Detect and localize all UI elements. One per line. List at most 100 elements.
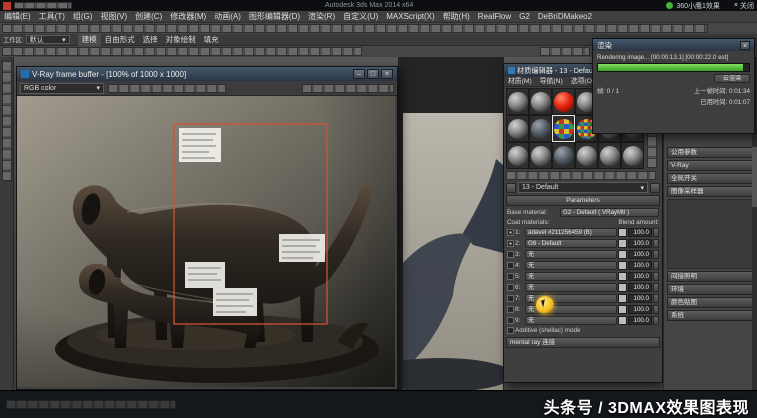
material-sample-sphere[interactable] <box>529 142 552 169</box>
spinner-icon[interactable] <box>653 238 659 248</box>
coat-checkbox[interactable] <box>507 294 514 302</box>
ribbon-tab[interactable]: 对象绘制 <box>162 34 200 46</box>
pick-material-icon[interactable] <box>506 182 516 193</box>
ribbon-tab[interactable]: 填充 <box>200 34 223 46</box>
vfb-toolbar-icons-right[interactable] <box>302 83 394 93</box>
menu-item[interactable]: 帮助(H) <box>439 11 474 23</box>
material-sample-sphere[interactable] <box>506 115 529 142</box>
material-editor-toolbar-icons[interactable] <box>506 171 656 180</box>
rollout-bar[interactable]: 系统 <box>667 310 754 321</box>
menu-item[interactable]: 材质(M) <box>504 77 536 86</box>
cloud-render-button[interactable]: 云渲染 <box>714 74 750 83</box>
viewport-visible-area[interactable] <box>369 57 513 392</box>
coat-material-button[interactable]: 无 <box>525 271 617 281</box>
coat-checkbox[interactable] <box>507 228 514 236</box>
workspace-selector[interactable]: 默认 ▾ <box>25 35 70 44</box>
material-sample-sphere[interactable] <box>529 88 552 115</box>
coat-material-button[interactable]: 无 <box>525 249 617 259</box>
blend-color-swatch[interactable] <box>618 293 627 303</box>
close-button[interactable]: 关闭 <box>740 1 754 11</box>
blend-color-swatch[interactable] <box>618 304 627 314</box>
menu-item[interactable]: 自定义(U) <box>339 11 382 23</box>
status-bar-icons[interactable] <box>6 400 176 409</box>
vfb-titlebar[interactable]: V-Ray frame buffer - [100% of 1000 x 100… <box>17 67 397 81</box>
ribbon-tab[interactable]: 自由形式 <box>101 34 139 46</box>
coat-checkbox[interactable] <box>507 239 514 247</box>
rollout-bar[interactable]: 间接照明 <box>667 271 754 282</box>
rollout-bar[interactable]: 公用参数 <box>667 147 754 158</box>
menu-item[interactable]: 修改器(M) <box>166 11 210 23</box>
menu-item[interactable]: MAXScript(X) <box>382 11 438 23</box>
menu-item[interactable]: G2 <box>515 11 534 23</box>
spinner-icon[interactable] <box>653 271 659 281</box>
blend-color-swatch[interactable] <box>618 260 627 270</box>
blend-color-swatch[interactable] <box>618 249 627 259</box>
blend-amount-field[interactable]: 100.0 <box>628 293 652 303</box>
blend-amount-field[interactable]: 100.0 <box>628 304 652 314</box>
material-sample-sphere[interactable] <box>552 88 575 115</box>
blend-amount-field[interactable]: 100.0 <box>628 271 652 281</box>
spinner-icon[interactable] <box>653 293 659 303</box>
snap-toolbar-icons[interactable] <box>540 47 590 56</box>
menu-item[interactable]: RealFlow <box>474 11 515 23</box>
coat-checkbox[interactable] <box>507 305 514 313</box>
material-sample-sphere[interactable] <box>529 115 552 142</box>
rollout-bar[interactable]: 环境 <box>667 284 754 295</box>
menu-item[interactable]: 工具(T) <box>35 11 69 23</box>
rollout-bar[interactable]: 全局开关 <box>667 173 754 184</box>
menu-item[interactable]: 渲染(R) <box>304 11 339 23</box>
menu-item[interactable]: 动画(A) <box>210 11 245 23</box>
rollout-bar[interactable]: V-Ray <box>667 160 754 171</box>
coat-checkbox[interactable] <box>507 316 514 324</box>
menu-item[interactable]: 编辑(E) <box>0 11 35 23</box>
menu-item[interactable]: 导航(N) <box>536 77 567 86</box>
type-button-icon[interactable] <box>650 182 660 193</box>
coat-checkbox[interactable] <box>507 261 514 269</box>
blend-amount-field[interactable]: 100.0 <box>628 260 652 270</box>
rollout-bar[interactable]: 图像采样器 <box>667 186 754 197</box>
spinner-icon[interactable] <box>653 315 659 325</box>
blend-amount-field[interactable]: 100.0 <box>628 238 652 248</box>
minimize-icon[interactable]: – <box>353 69 365 79</box>
spinner-icon[interactable] <box>653 304 659 314</box>
maximize-icon[interactable]: □ <box>367 69 379 79</box>
blend-amount-field[interactable]: 100.0 <box>628 249 652 259</box>
menu-item[interactable]: DeBriDMakeo2 <box>534 11 596 23</box>
render-dialog-titlebar[interactable]: 渲染 × <box>593 39 754 51</box>
material-sample-sphere-active[interactable] <box>552 115 575 142</box>
blend-color-swatch[interactable] <box>618 315 627 325</box>
blend-amount-field[interactable]: 100.0 <box>628 282 652 292</box>
blend-color-swatch[interactable] <box>618 282 627 292</box>
menu-item[interactable]: 图形编辑器(D) <box>245 11 304 23</box>
quick-access-toolbar[interactable] <box>14 2 72 9</box>
ribbon-tab[interactable]: 选择 <box>139 34 162 46</box>
material-sample-sphere[interactable] <box>621 142 644 169</box>
coat-material-button[interactable]: adavel #211256459 (B) <box>525 227 617 237</box>
blend-color-swatch[interactable] <box>618 227 627 237</box>
material-sample-sphere[interactable] <box>506 88 529 115</box>
material-name-selector[interactable]: 13 - Default ▾ <box>518 182 648 193</box>
coat-material-button[interactable]: G6 - Default <box>525 238 617 248</box>
coat-material-button[interactable]: 无 <box>525 315 617 325</box>
spinner-icon[interactable] <box>653 260 659 270</box>
coat-checkbox[interactable] <box>507 250 514 258</box>
menu-item[interactable]: 创建(C) <box>131 11 166 23</box>
spinner-icon[interactable] <box>653 282 659 292</box>
coat-material-button[interactable]: 无 <box>525 282 617 292</box>
additive-checkbox[interactable] <box>507 327 514 334</box>
channel-selector[interactable]: RGB color ▾ <box>20 82 104 94</box>
blend-color-swatch[interactable] <box>618 238 627 248</box>
ribbon-tab[interactable]: 建模 <box>77 33 101 46</box>
left-toolbar-icons[interactable] <box>1 61 12 181</box>
material-sample-sphere[interactable] <box>506 142 529 169</box>
rollout-bar[interactable]: 颜色贴图 <box>667 297 754 308</box>
blend-amount-field[interactable]: 100.0 <box>628 227 652 237</box>
menu-item[interactable]: 组(G) <box>69 11 97 23</box>
coat-material-button[interactable]: 无 <box>525 260 617 270</box>
material-sample-sphere[interactable] <box>552 142 575 169</box>
close-icon[interactable]: × <box>734 2 738 9</box>
parameters-rollout[interactable]: Parameters <box>506 195 660 206</box>
ribbon-toolbar-icons[interactable] <box>2 47 362 56</box>
menu-item[interactable]: 视图(V) <box>96 11 131 23</box>
spinner-icon[interactable] <box>653 227 659 237</box>
